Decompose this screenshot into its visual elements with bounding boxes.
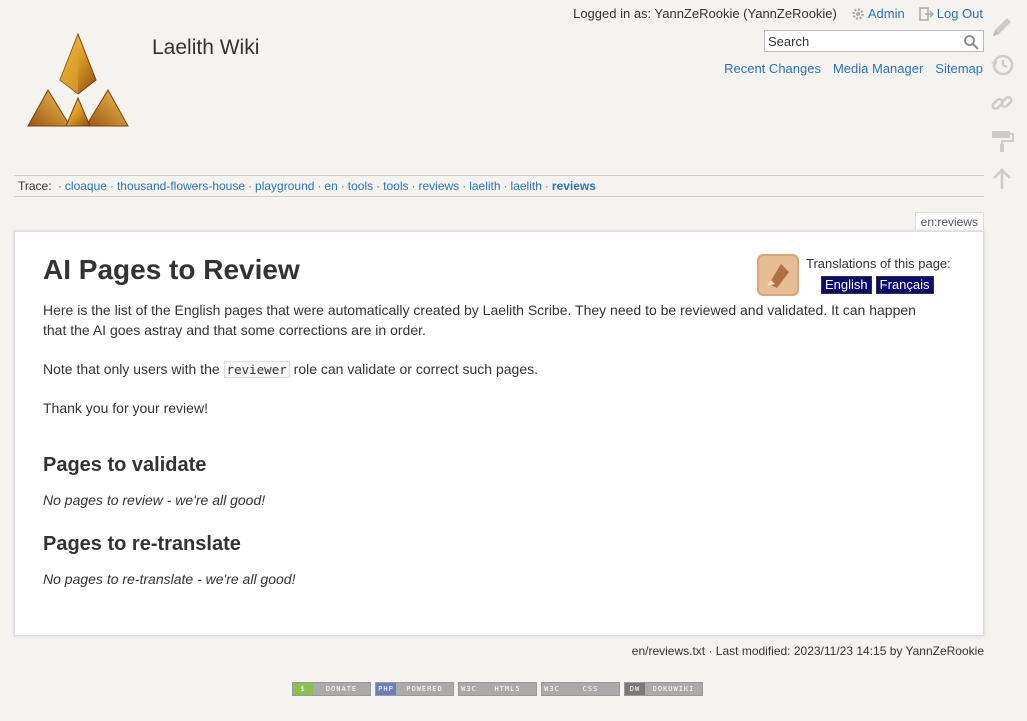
page-title: AI Pages to Review — [43, 254, 300, 285]
note-paragraph: Note that only users with the reviewer r… — [43, 359, 943, 380]
search-box — [764, 30, 984, 52]
translation-icon — [757, 254, 799, 296]
logged-in-text: Logged in as: YannZeRookie (YannZeRookie… — [573, 6, 837, 21]
note-text-before: Note that only users with the — [43, 361, 224, 377]
site-logo[interactable] — [26, 32, 130, 130]
admin-label[interactable]: Admin — [868, 6, 905, 21]
recent-changes-link[interactable]: Recent Changes — [724, 61, 821, 76]
link-icon[interactable] — [989, 90, 1015, 116]
page-content: AI Pages to Review Translations of this … — [14, 231, 984, 636]
breadcrumb: Trace: · cloaque · thousand-flowers-house · p… — [14, 175, 984, 197]
badge-icon: W3C — [542, 683, 562, 695]
badge-label: DONATE — [313, 683, 370, 695]
badge-icon: DW — [625, 683, 645, 695]
badge-donate[interactable]: $ DONATE — [292, 682, 371, 696]
badge-dokuwiki[interactable]: DW DOKUWIKI — [624, 682, 703, 696]
breadcrumb-separator: · — [57, 179, 62, 193]
breadcrumb-item[interactable]: laelith — [469, 179, 500, 193]
breadcrumb-separator: · — [544, 179, 549, 193]
breadcrumb-separator: · — [376, 179, 381, 193]
search-input[interactable] — [765, 31, 961, 51]
media-manager-link[interactable]: Media Manager — [833, 61, 923, 76]
retranslate-empty-message: No pages to re-translate - we're all goo… — [43, 571, 296, 587]
breadcrumb-separator: · — [248, 179, 253, 193]
badge-label: CSS — [562, 683, 619, 695]
validate-empty-message: No pages to review - we're all good! — [43, 492, 266, 508]
breadcrumb-item[interactable]: reviews — [419, 179, 460, 193]
breadcrumb-item[interactable]: tools — [383, 179, 408, 193]
language-french[interactable]: Français — [875, 276, 934, 294]
logout-link[interactable]: Log Out — [918, 6, 983, 21]
search-icon[interactable] — [963, 34, 979, 50]
pencil-icon[interactable] — [989, 14, 1015, 40]
site-tools: Recent Changes Media Manager Sitemap — [724, 61, 983, 76]
breadcrumb-item[interactable]: thousand-flowers-house — [117, 179, 245, 193]
footer-badges: $ DONATE PHP POWERED W3C HTML5 W3C CSS DW DOKUWIK… — [292, 682, 703, 696]
validate-heading: Pages to validate — [43, 454, 207, 476]
breadcrumb-item[interactable]: cloaque — [65, 179, 107, 193]
logout-icon — [918, 6, 934, 21]
gear-icon — [852, 7, 864, 20]
language-english[interactable]: English — [821, 276, 872, 294]
badge-label: DOKUWIKI — [645, 683, 702, 695]
breadcrumb-separator: · — [109, 179, 114, 193]
breadcrumb-label: Trace: — [18, 179, 52, 193]
badge-css[interactable]: W3C CSS — [541, 682, 620, 696]
badge-html5[interactable]: W3C HTML5 — [458, 682, 537, 696]
intro-paragraph: Here is the list of the English pages th… — [43, 302, 916, 338]
logout-label[interactable]: Log Out — [937, 6, 983, 21]
doc-info: en/reviews.txt · Last modified: 2023/11/… — [631, 644, 984, 658]
admin-link[interactable]: Admin — [851, 6, 905, 21]
page-tools — [989, 14, 1017, 204]
breadcrumb-current[interactable]: reviews — [552, 179, 596, 193]
badge-powered[interactable]: PHP POWERED — [375, 682, 454, 696]
sitemap-link[interactable]: Sitemap — [935, 61, 983, 76]
breadcrumb-item[interactable]: en — [324, 179, 337, 193]
breadcrumb-separator: · — [462, 179, 467, 193]
badge-label: POWERED — [396, 683, 453, 695]
breadcrumb-item[interactable]: tools — [348, 179, 373, 193]
retranslate-heading: Pages to re-translate — [43, 533, 241, 555]
site-title[interactable]: Laelith Wiki — [152, 36, 259, 60]
badge-icon: W3C — [459, 683, 479, 695]
arrow-up-icon[interactable] — [989, 166, 1015, 192]
page-id: en:reviews — [914, 212, 984, 230]
note-text-after: role can validate or correct such pages. — [289, 361, 539, 377]
user-tools: Logged in as: YannZeRookie (YannZeRookie… — [573, 6, 983, 21]
translation-label: Translations of this page: — [806, 256, 951, 271]
history-icon[interactable] — [989, 52, 1015, 78]
badge-label: HTML5 — [479, 683, 536, 695]
breadcrumb-item[interactable]: laelith — [511, 179, 542, 193]
badge-icon: $ — [293, 683, 313, 695]
breadcrumb-item[interactable]: playground — [255, 179, 314, 193]
breadcrumb-separator: · — [503, 179, 508, 193]
breadcrumb-separator: · — [411, 179, 416, 193]
breadcrumb-separator: · — [317, 179, 322, 193]
paint-roller-icon[interactable] — [989, 128, 1015, 154]
reviewer-code: reviewer — [223, 361, 290, 378]
thanks-paragraph: Thank you for your review! — [43, 400, 208, 416]
translation-box: Translations of this page: English Franç… — [757, 254, 967, 298]
badge-icon: PHP — [376, 683, 396, 695]
breadcrumb-separator: · — [340, 179, 345, 193]
